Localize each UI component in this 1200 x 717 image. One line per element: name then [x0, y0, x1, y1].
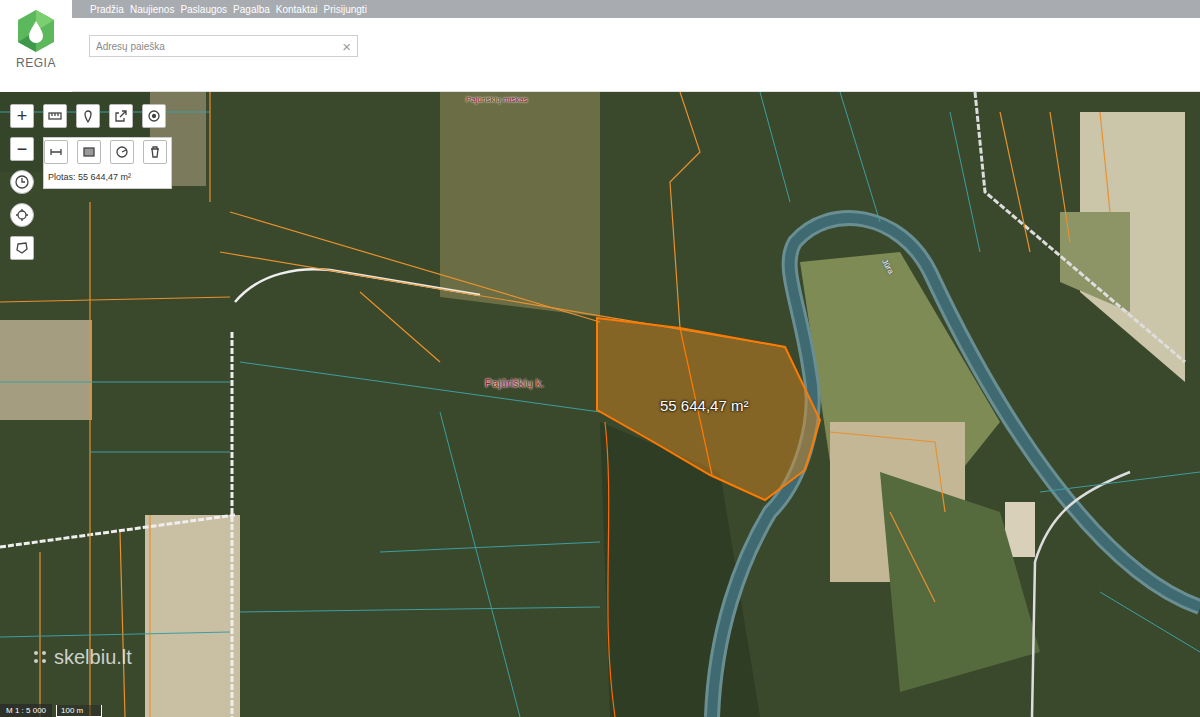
header-main: Pradžia Naujienos Paslaugos Pagalba Kontakta…: [72, 0, 1200, 92]
search-box: ×: [89, 35, 358, 57]
ruler-button[interactable]: [43, 104, 67, 128]
radius-button[interactable]: [110, 140, 134, 164]
gps-button[interactable]: [10, 203, 34, 227]
search-input[interactable]: [94, 40, 342, 53]
watermark-text: skelbiu.lt: [54, 646, 132, 669]
scale-bar: M 1 : 5 000 100 m: [0, 704, 102, 717]
area-icon: [82, 145, 96, 159]
header: REGIA Pradžia Naujienos Paslaugos Pagalba Kon…: [0, 0, 1200, 92]
nav-link[interactable]: Paslaugos: [180, 4, 227, 15]
map[interactable]: Pajūriškių miškasPajūriškių k.Jūra55 644…: [0, 92, 1200, 717]
map-canvas[interactable]: [0, 92, 1200, 717]
line-button[interactable]: [44, 140, 68, 164]
measure-tools: [44, 140, 167, 164]
delete-button[interactable]: [143, 140, 167, 164]
distance-icon: [49, 145, 63, 159]
trash-icon: [148, 145, 162, 159]
tool-row: +: [10, 104, 172, 128]
nav-link[interactable]: Kontaktai: [276, 4, 318, 15]
export-icon: [114, 109, 128, 123]
nav-link[interactable]: Prisijungti: [324, 4, 367, 15]
watermark-icon: [32, 649, 50, 667]
export-button[interactable]: [109, 104, 133, 128]
crosshair-icon: [15, 208, 29, 222]
logo-icon: [13, 8, 59, 54]
lasso-icon: [15, 241, 29, 255]
page: REGIA Pradžia Naujienos Paslaugos Pagalba Kon…: [0, 0, 1200, 717]
tool-column: −: [10, 137, 34, 260]
target-icon: [147, 109, 161, 123]
radius-icon: [115, 145, 129, 159]
nav-link[interactable]: Pradžia: [90, 4, 124, 15]
measure-button[interactable]: [10, 170, 34, 194]
nav-bar: Pradžia Naujienos Paslaugos Pagalba Kontakta…: [72, 0, 1200, 18]
clear-button[interactable]: ×: [342, 39, 351, 54]
zoom-out-button[interactable]: −: [10, 137, 34, 161]
tool-row: − Plotas: 55 644,47 m²: [10, 137, 172, 260]
logo[interactable]: REGIA: [0, 0, 72, 92]
measure-result: Plotas: 55 644,47 m²: [44, 172, 167, 182]
scale-line: 100 m: [56, 705, 102, 717]
ruler-icon: [48, 109, 62, 123]
measure-panel: Plotas: 55 644,47 m²: [43, 137, 172, 189]
area-label: 55 644,47 m²: [660, 397, 748, 414]
area-button[interactable]: [77, 140, 101, 164]
locate-button[interactable]: [142, 104, 166, 128]
place-label: Pajūriškių k.: [485, 377, 544, 389]
tool-panel: + − Plotas: 55 644,47 m²: [10, 104, 172, 260]
pin-button[interactable]: [76, 104, 100, 128]
zoom-in-button[interactable]: +: [10, 104, 34, 128]
nav-link[interactable]: Pagalba: [233, 4, 270, 15]
pin-icon: [81, 109, 95, 123]
watermark: skelbiu.lt: [32, 646, 132, 669]
search-area: ×: [72, 18, 1200, 92]
logo-text: REGIA: [16, 56, 56, 70]
scale-ratio: M 1 : 5 000: [0, 704, 52, 717]
nav-link[interactable]: Naujienos: [130, 4, 174, 15]
place-label: Pajūriškių miškas: [466, 95, 528, 104]
clock-icon: [15, 175, 29, 189]
lasso-button[interactable]: [10, 236, 34, 260]
